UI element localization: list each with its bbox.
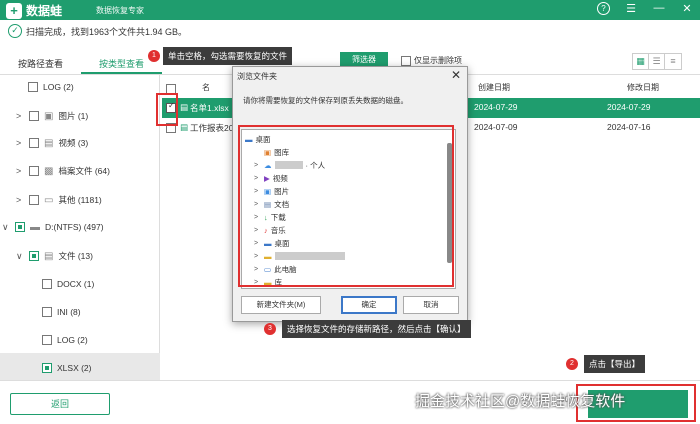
chevron-down-icon[interactable]: ∨ [16, 251, 24, 262]
tree-item-log2[interactable]: LOG (2) [42, 325, 88, 355]
tree-item-label: 视频 (3) [58, 138, 89, 148]
only-deleted-checkbox[interactable] [401, 55, 411, 66]
file-name: 名单1.xlsx [190, 103, 229, 113]
column-modified[interactable]: 修改日期 [627, 82, 659, 93]
only-deleted-label: 仅显示删除项 [414, 56, 462, 65]
tree-checkbox[interactable] [42, 307, 52, 317]
tree-item-log[interactable]: LOG (2) [28, 72, 74, 102]
tree-item-archives[interactable]: > ▩ 档案文件 (64) [16, 156, 110, 186]
video-icon: ▤ [44, 137, 54, 149]
dialog-title: 浏览文件夹 [237, 72, 277, 81]
tree-item-label: LOG (2) [43, 82, 74, 92]
view-switcher: ▦ ☰ ≡ [632, 53, 682, 70]
tree-item-xlsx[interactable]: XLSX (2) [0, 353, 160, 383]
title-bar: + 数据蛙 数据恢复专家 ? ☰ — ✕ [0, 0, 700, 20]
dialog-close-icon[interactable]: ✕ [451, 68, 461, 82]
back-button[interactable]: 返回 [10, 393, 110, 415]
tree-item-label: D:(NTFS) (497) [45, 222, 104, 232]
modified-date: 2024-07-16 [607, 122, 651, 132]
watermark: 掘金技术社区@数据蛙恢复软件 [415, 393, 626, 410]
dialog-message: 请你将需要恢复的文件保存到原丢失数据的磁盘。 [243, 96, 408, 105]
tree-item-label: DOCX (1) [57, 279, 95, 289]
list-view-icon[interactable]: ☰ [649, 54, 665, 69]
chevron-right-icon[interactable]: > [16, 166, 24, 176]
app-name: 数据蛙 [26, 4, 63, 18]
callout-step-1: 单击空格，勾选需要恢复的文件 [163, 47, 293, 65]
help-button[interactable]: ? [597, 2, 610, 15]
step-badge-1: 1 [148, 50, 160, 62]
sidebar: LOG (2) > ▣ 图片 (1) > ▤ 视频 (3) > ▩ 档案文件 (… [0, 72, 160, 383]
tree-checkbox[interactable] [42, 279, 52, 289]
tree-item-documents[interactable]: ∨ ▤ 文件 (13) [16, 241, 93, 271]
tree-item-label: 档案文件 (64) [58, 166, 110, 176]
column-name[interactable]: 名 [202, 82, 210, 93]
tree-item-label: 文件 (13) [58, 251, 93, 261]
app-subtitle: 数据恢复专家 [96, 6, 144, 15]
highlight-box-checkbox [156, 93, 178, 126]
tree-item-video[interactable]: > ▤ 视频 (3) [16, 128, 88, 158]
close-button[interactable]: ✕ [680, 2, 694, 15]
tree-item-label: XLSX (2) [57, 363, 92, 373]
new-folder-button[interactable]: 新建文件夹(M) [241, 296, 321, 314]
tree-item-ini[interactable]: INI (8) [42, 297, 81, 327]
menu-button[interactable]: ☰ [624, 2, 638, 15]
tree-item-label: 其他 (1181) [58, 195, 102, 205]
chevron-right-icon[interactable]: > [16, 138, 24, 148]
step-badge-2: 2 [566, 358, 578, 370]
created-date: 2024-07-09 [474, 122, 518, 132]
only-deleted-toggle[interactable]: 仅显示删除项 [401, 55, 462, 66]
column-created[interactable]: 创建日期 [478, 82, 510, 93]
tree-checkbox[interactable] [28, 82, 38, 92]
tree-item-images[interactable]: > ▣ 图片 (1) [16, 101, 88, 131]
check-circle-icon: ✓ [8, 24, 22, 38]
logo-icon: + [6, 2, 22, 19]
scan-status: ✓ 扫描完成，找到1963个文件共1.94 GB。 [8, 24, 187, 38]
tree-checkbox[interactable] [29, 111, 39, 121]
tree-checkbox[interactable] [42, 335, 52, 345]
chevron-right-icon[interactable]: > [16, 195, 24, 205]
modified-date: 2024-07-29 [607, 102, 651, 112]
image-icon: ▣ [44, 110, 54, 122]
tree-checkbox[interactable] [29, 138, 39, 148]
archive-icon: ▩ [44, 165, 54, 177]
tree-checkbox[interactable] [29, 166, 39, 176]
document-icon: ▤ [44, 250, 54, 262]
xlsx-file-icon: ▤ [180, 102, 189, 112]
callout-step-3: 选择恢复文件的存储新路径，然后点击【确认】 [282, 320, 471, 338]
tree-item-other[interactable]: > ▭ 其他 (1181) [16, 185, 102, 215]
folder-icon: ▭ [44, 194, 54, 206]
ok-button[interactable]: 确定 [341, 296, 397, 314]
tree-item-docx[interactable]: DOCX (1) [42, 269, 94, 299]
tree-checkbox[interactable] [29, 195, 39, 205]
drive-icon: ▬ [30, 221, 40, 233]
tree-item-label: INI (8) [57, 307, 81, 317]
grid-view-icon[interactable]: ▦ [633, 54, 649, 69]
cancel-button[interactable]: 取消 [403, 296, 459, 314]
tree-checkbox[interactable] [42, 363, 52, 373]
app-logo: + 数据蛙 [6, 2, 62, 19]
file-name: 工作报表20 [190, 123, 234, 133]
tree-item-label: LOG (2) [57, 335, 88, 345]
tree-checkbox[interactable] [29, 251, 39, 261]
highlight-box-folders [238, 125, 454, 287]
xlsx-file-icon: ▤ [180, 122, 189, 132]
scan-status-text: 扫描完成，找到1963个文件共1.94 GB。 [26, 26, 188, 37]
tree-item-drive-d[interactable]: ∨ ▬ D:(NTFS) (497) [2, 212, 104, 242]
minimize-button[interactable]: — [652, 2, 666, 15]
tree-checkbox[interactable] [15, 222, 25, 232]
step-badge-3: 3 [264, 323, 276, 335]
chevron-right-icon[interactable]: > [16, 111, 24, 121]
detail-view-icon[interactable]: ≡ [665, 54, 681, 69]
created-date: 2024-07-29 [474, 102, 518, 112]
callout-step-2: 点击【导出】 [584, 355, 646, 373]
tree-item-label: 图片 (1) [58, 111, 89, 121]
chevron-down-icon[interactable]: ∨ [2, 222, 10, 233]
